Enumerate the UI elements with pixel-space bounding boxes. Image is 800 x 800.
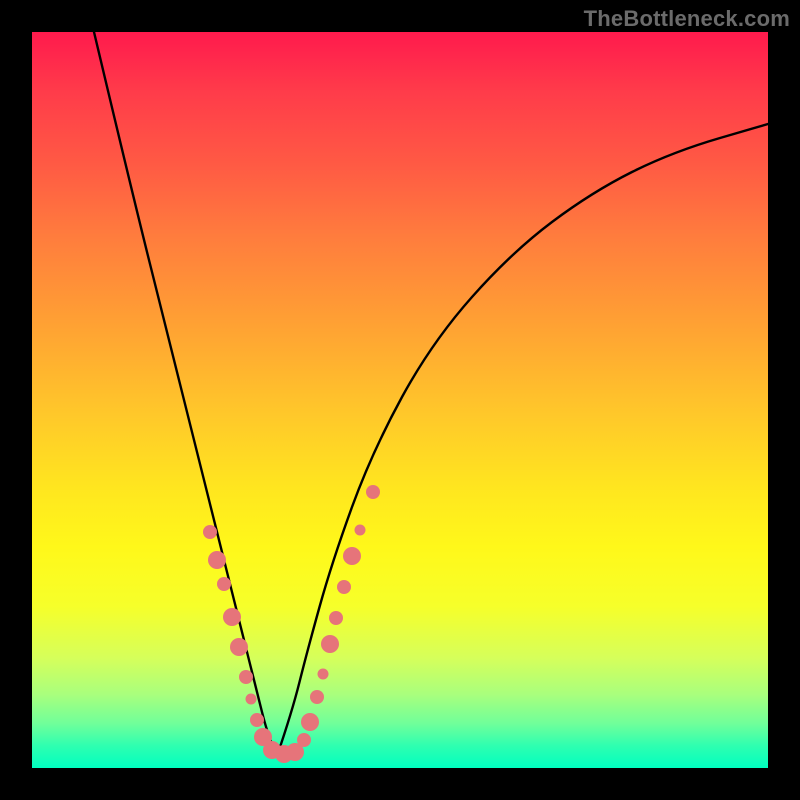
left-branch-curve <box>94 32 277 756</box>
data-marker <box>343 547 361 565</box>
plot-area <box>32 32 768 768</box>
data-marker <box>297 733 311 747</box>
data-marker <box>329 611 343 625</box>
data-marker <box>203 525 217 539</box>
data-marker <box>337 580 351 594</box>
data-marker <box>301 713 319 731</box>
data-marker <box>208 551 226 569</box>
data-marker <box>250 713 264 727</box>
curve-svg <box>32 32 768 768</box>
data-marker <box>318 669 329 680</box>
data-markers <box>203 485 380 763</box>
data-marker <box>246 694 257 705</box>
data-marker <box>355 525 366 536</box>
right-branch-curve <box>277 124 768 756</box>
data-marker <box>217 577 231 591</box>
data-marker <box>310 690 324 704</box>
watermark-label: TheBottleneck.com <box>584 6 790 32</box>
data-marker <box>321 635 339 653</box>
data-marker <box>366 485 380 499</box>
data-marker <box>223 608 241 626</box>
data-marker <box>230 638 248 656</box>
data-marker <box>239 670 253 684</box>
chart-frame: TheBottleneck.com <box>0 0 800 800</box>
